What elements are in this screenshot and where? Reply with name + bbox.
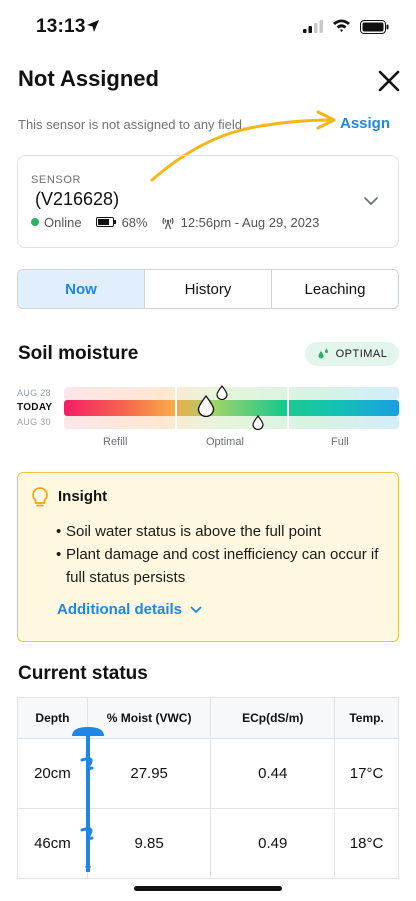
moisture-cell: 9.85 [86, 808, 212, 879]
battery-icon [95, 217, 116, 227]
ec-cell: 0.49 [210, 808, 336, 879]
insight-list: Soil water status is above the full poin… [56, 520, 386, 589]
location-arrow-icon [87, 20, 99, 32]
chevron-down-icon[interactable] [363, 196, 379, 206]
moisture-cell: 27.95 [86, 738, 212, 809]
column-header-temp: Temp. [334, 697, 399, 739]
table-header-row: Depth % Moist (VWC) ECp(dS/m) Temp. [17, 697, 399, 739]
online-status-dot [31, 218, 39, 226]
lightbulb-icon [32, 487, 48, 507]
sensor-battery: 68% [95, 214, 148, 230]
unassigned-note: This sensor is not assigned to any field… [18, 117, 246, 132]
gauge-row-today: TODAY [17, 402, 53, 413]
zone-divider-refill-optimal [175, 387, 177, 429]
insight-title: Insight [58, 488, 108, 505]
status-time: 13:13 [36, 16, 86, 37]
sensor-meta: Online 68% 12:56pm - Aug 29, 2023 [31, 214, 319, 230]
home-indicator[interactable] [134, 886, 282, 891]
soil-moisture-title: Soil moisture [18, 343, 139, 364]
insight-bullet: Soil water status is above the full poin… [56, 520, 386, 543]
sensor-online-status: Online [44, 214, 82, 230]
battery-percent: 68% [121, 214, 148, 230]
aug28-marker-drop-icon [216, 385, 228, 400]
temp-cell: 17°C [334, 738, 399, 809]
soil-moisture-gauge: AUG 28 TODAY AUG 30 Refill Optimal Full [17, 385, 399, 449]
zone-label-full: Full [331, 436, 349, 448]
insight-bullet: Plant damage and cost inefficiency can o… [56, 543, 386, 589]
antenna-signal-icon [162, 217, 174, 230]
tab-now[interactable]: Now [18, 270, 145, 308]
gauge-track-today [64, 400, 399, 416]
page-title: Not Assigned [18, 66, 159, 91]
today-marker-drop-icon [197, 395, 215, 417]
wifi-icon [333, 19, 350, 32]
aug30-marker-drop-icon [252, 415, 264, 430]
temp-cell: 18°C [334, 808, 399, 879]
column-header-ec: ECp(dS/m) [210, 697, 336, 739]
current-status-table: Depth % Moist (VWC) ECp(dS/m) Temp. 20cm… [17, 697, 399, 879]
close-icon[interactable] [376, 68, 402, 94]
sensor-id: (V216628) [35, 189, 120, 209]
zone-divider-optimal-full [287, 387, 289, 429]
sensor-last-reading: 12:56pm - Aug 29, 2023 [160, 214, 320, 230]
gauge-track-aug30 [64, 416, 399, 429]
column-header-moisture: % Moist (VWC) [86, 697, 212, 739]
insight-box: Insight Soil water status is above the f… [17, 472, 399, 642]
chevron-down-icon [190, 606, 202, 613]
depth-cell: 46cm [17, 808, 88, 879]
sensor-card[interactable]: SENSOR (V216628) Online 68% 12:56pm - Au… [17, 155, 399, 248]
last-reading-text: 12:56pm - Aug 29, 2023 [180, 214, 320, 230]
additional-details-button[interactable]: Additional details [57, 601, 202, 618]
column-header-depth: Depth [17, 697, 88, 739]
assign-link[interactable]: Assign [340, 115, 390, 132]
optimal-status-badge: OPTIMAL [305, 342, 399, 366]
gauge-row-aug28: AUG 28 [17, 388, 51, 398]
view-tabs: Now History Leaching [17, 269, 399, 309]
sensor-kicker: SENSOR [31, 174, 82, 186]
ec-cell: 0.44 [210, 738, 336, 809]
additional-details-label: Additional details [57, 601, 183, 618]
table-row: 20cm 27.95 0.44 17°C [17, 738, 399, 809]
droplets-icon [318, 348, 328, 359]
cellular-signal-icon [303, 20, 323, 33]
gauge-track-aug28 [64, 387, 399, 400]
tab-history[interactable]: History [145, 270, 272, 308]
zone-label-refill: Refill [103, 436, 128, 448]
depth-cell: 20cm [17, 738, 88, 809]
optimal-badge-label: OPTIMAL [335, 348, 388, 360]
table-row: 46cm 9.85 0.49 18°C [17, 808, 399, 879]
status-bar: 13:13 [0, 0, 416, 54]
current-status-title: Current status [18, 663, 148, 684]
zone-label-optimal: Optimal [206, 436, 244, 448]
tab-leaching[interactable]: Leaching [272, 270, 398, 308]
gauge-row-aug30: AUG 30 [17, 417, 51, 427]
battery-icon [360, 20, 389, 34]
